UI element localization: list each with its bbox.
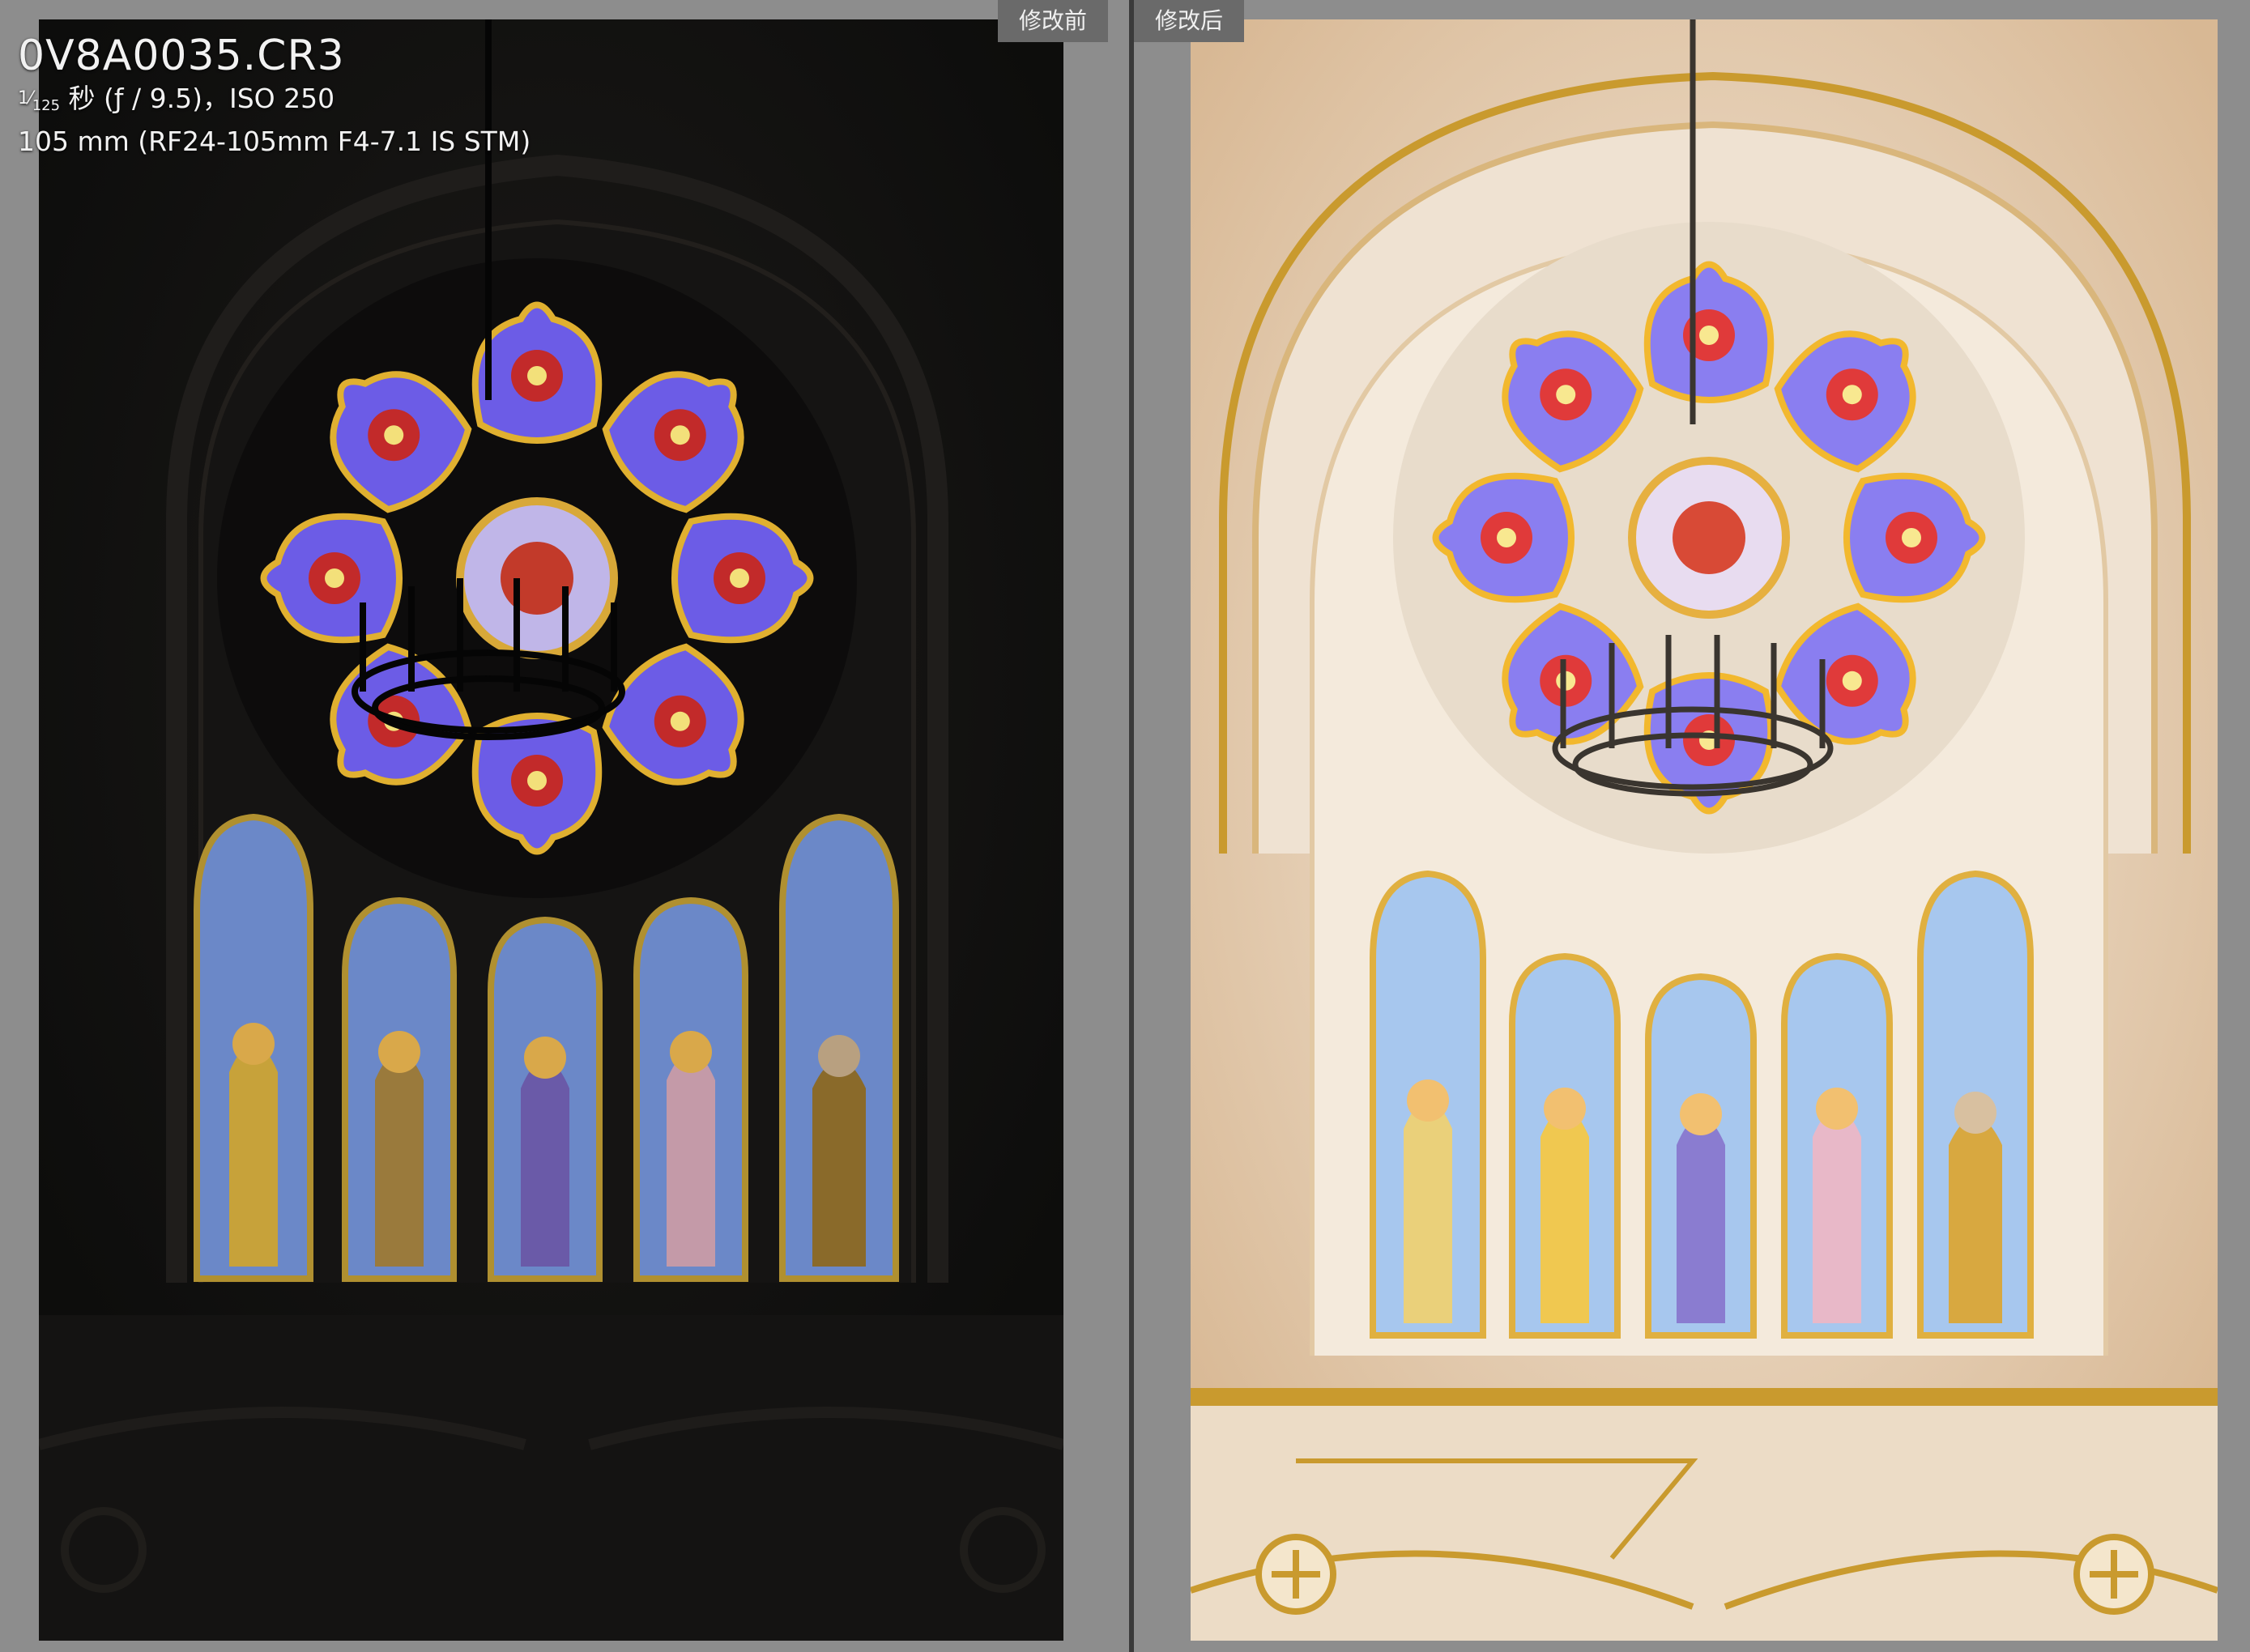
after-photo-image	[1191, 19, 2218, 1641]
before-photo[interactable]	[39, 19, 1063, 1641]
exposure-text: 秒 (ƒ / 9.5)，ISO 250	[60, 83, 335, 114]
filename: 0V8A0035.CR3	[18, 32, 345, 80]
after-pane[interactable]: 修改后	[1134, 0, 2250, 1652]
shutter-fraction: 1⁄125	[18, 88, 61, 114]
shutter-numerator: 1	[18, 88, 29, 109]
shutter-denominator: 125	[32, 97, 61, 114]
before-label-tab[interactable]: 修改前	[997, 0, 1108, 42]
lens-info: 105 mm (RF24-105mm F4-7.1 IS STM)	[18, 126, 531, 157]
before-photo-image	[39, 19, 1063, 1641]
exposure-info: 1⁄125 秒 (ƒ / 9.5)，ISO 250	[18, 81, 531, 124]
file-info-overlay: 0V8A0035.CR3 1⁄125 秒 (ƒ / 9.5)，ISO 250 1…	[18, 31, 531, 160]
before-pane[interactable]: 0V8A0035.CR3 1⁄125 秒 (ƒ / 9.5)，ISO 250 1…	[0, 0, 1129, 1652]
after-photo[interactable]	[1191, 19, 2218, 1641]
after-label-tab[interactable]: 修改后	[1134, 0, 1245, 42]
